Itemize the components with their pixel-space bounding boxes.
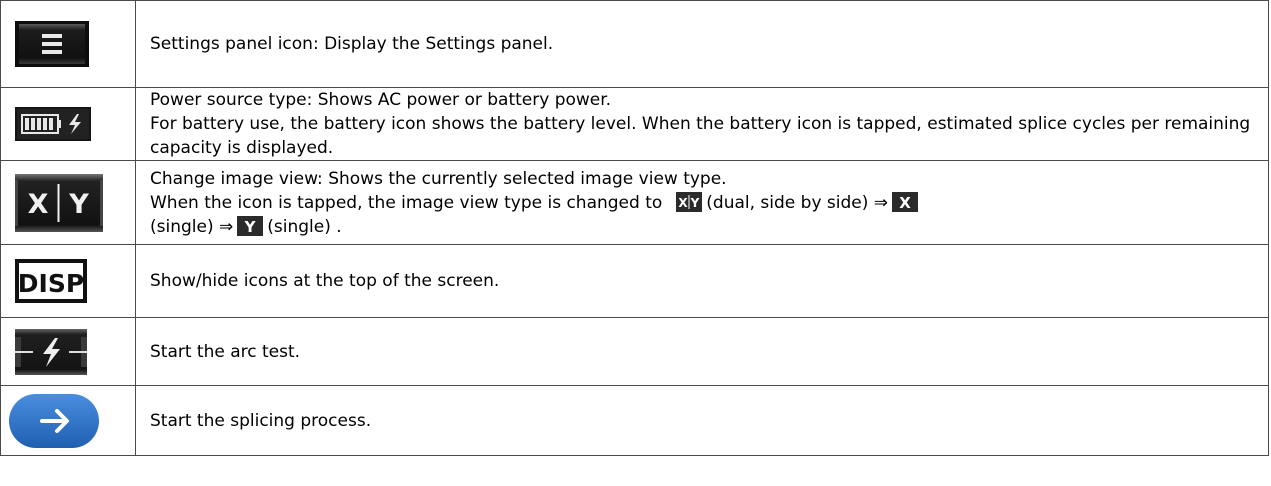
table-row-splice: Start the splicing process. bbox=[0, 385, 1269, 456]
description-cell: Start the splicing process. bbox=[135, 385, 1269, 456]
xy-icon: XY bbox=[676, 191, 703, 212]
icon-cell: X Y bbox=[0, 160, 136, 245]
disp-description: Show/hide icons at the top of the screen… bbox=[150, 271, 500, 291]
arrow-right-icon bbox=[9, 393, 135, 448]
settings-description: Settings panel icon: Display the Setting… bbox=[150, 34, 554, 54]
image-view-sequence-line: When the icon is tapped, the image view … bbox=[150, 191, 1258, 215]
svg-text:Y: Y bbox=[244, 218, 257, 236]
arc-test-description: Start the arc test. bbox=[150, 341, 301, 362]
disp-icon: DISP bbox=[15, 259, 135, 303]
description-cell: Show/hide icons at the top of the screen… bbox=[135, 244, 1269, 318]
single-y-label: (single) . bbox=[267, 216, 342, 237]
table-row-image-view: X Y Change image view: Shows the current… bbox=[0, 160, 1269, 245]
table-row-disp: DISP Show/hide icons at the top of the s… bbox=[0, 244, 1269, 318]
description-cell: Settings panel icon: Display the Setting… bbox=[135, 0, 1269, 88]
icon-cell bbox=[0, 317, 136, 386]
x-glyph: X bbox=[28, 189, 49, 220]
icon-cell bbox=[0, 87, 136, 161]
splice-description: Start the splicing process. bbox=[150, 410, 372, 431]
power-source-detail: For battery use, the battery icon shows … bbox=[150, 114, 1251, 158]
icon-cell bbox=[0, 0, 136, 88]
image-view-intro: When the icon is tapped, the image view … bbox=[150, 192, 663, 213]
svg-text:X: X bbox=[679, 196, 689, 210]
table-row-settings: Settings panel icon: Display the Setting… bbox=[0, 0, 1269, 88]
arc-test-icon bbox=[15, 328, 135, 375]
xy-view-icon: X Y bbox=[15, 173, 135, 232]
icon-cell bbox=[0, 385, 136, 456]
icon-cell: DISP bbox=[0, 244, 136, 318]
table-row-power-source: Power source type: Shows AC power or bat… bbox=[0, 87, 1269, 161]
svg-text:X: X bbox=[899, 194, 911, 212]
y-icon: Y bbox=[237, 215, 264, 236]
single-x-label: (single) ⇒ bbox=[150, 216, 234, 237]
disp-text: DISP bbox=[18, 269, 84, 298]
image-view-sequence-line-2: (single) ⇒ Y (single) . bbox=[150, 215, 1258, 239]
description-cell: Power source type: Shows AC power or bat… bbox=[135, 87, 1269, 161]
description-cell: Change image view: Shows the currently s… bbox=[135, 160, 1269, 245]
power-source-title: Power source type: Shows AC power or bat… bbox=[150, 90, 612, 110]
description-cell: Start the arc test. bbox=[135, 317, 1269, 386]
menu-icon bbox=[15, 21, 135, 67]
y-glyph: Y bbox=[68, 189, 89, 220]
icon-description-table: Settings panel icon: Display the Setting… bbox=[0, 0, 1269, 456]
x-icon: X bbox=[892, 191, 919, 212]
table-row-arc-test: Start the arc test. bbox=[0, 317, 1269, 386]
svg-text:Y: Y bbox=[690, 196, 700, 210]
battery-icon bbox=[15, 107, 135, 141]
dual-label: (dual, side by side) ⇒ bbox=[706, 192, 889, 213]
image-view-title: Change image view: Shows the currently s… bbox=[150, 168, 727, 189]
